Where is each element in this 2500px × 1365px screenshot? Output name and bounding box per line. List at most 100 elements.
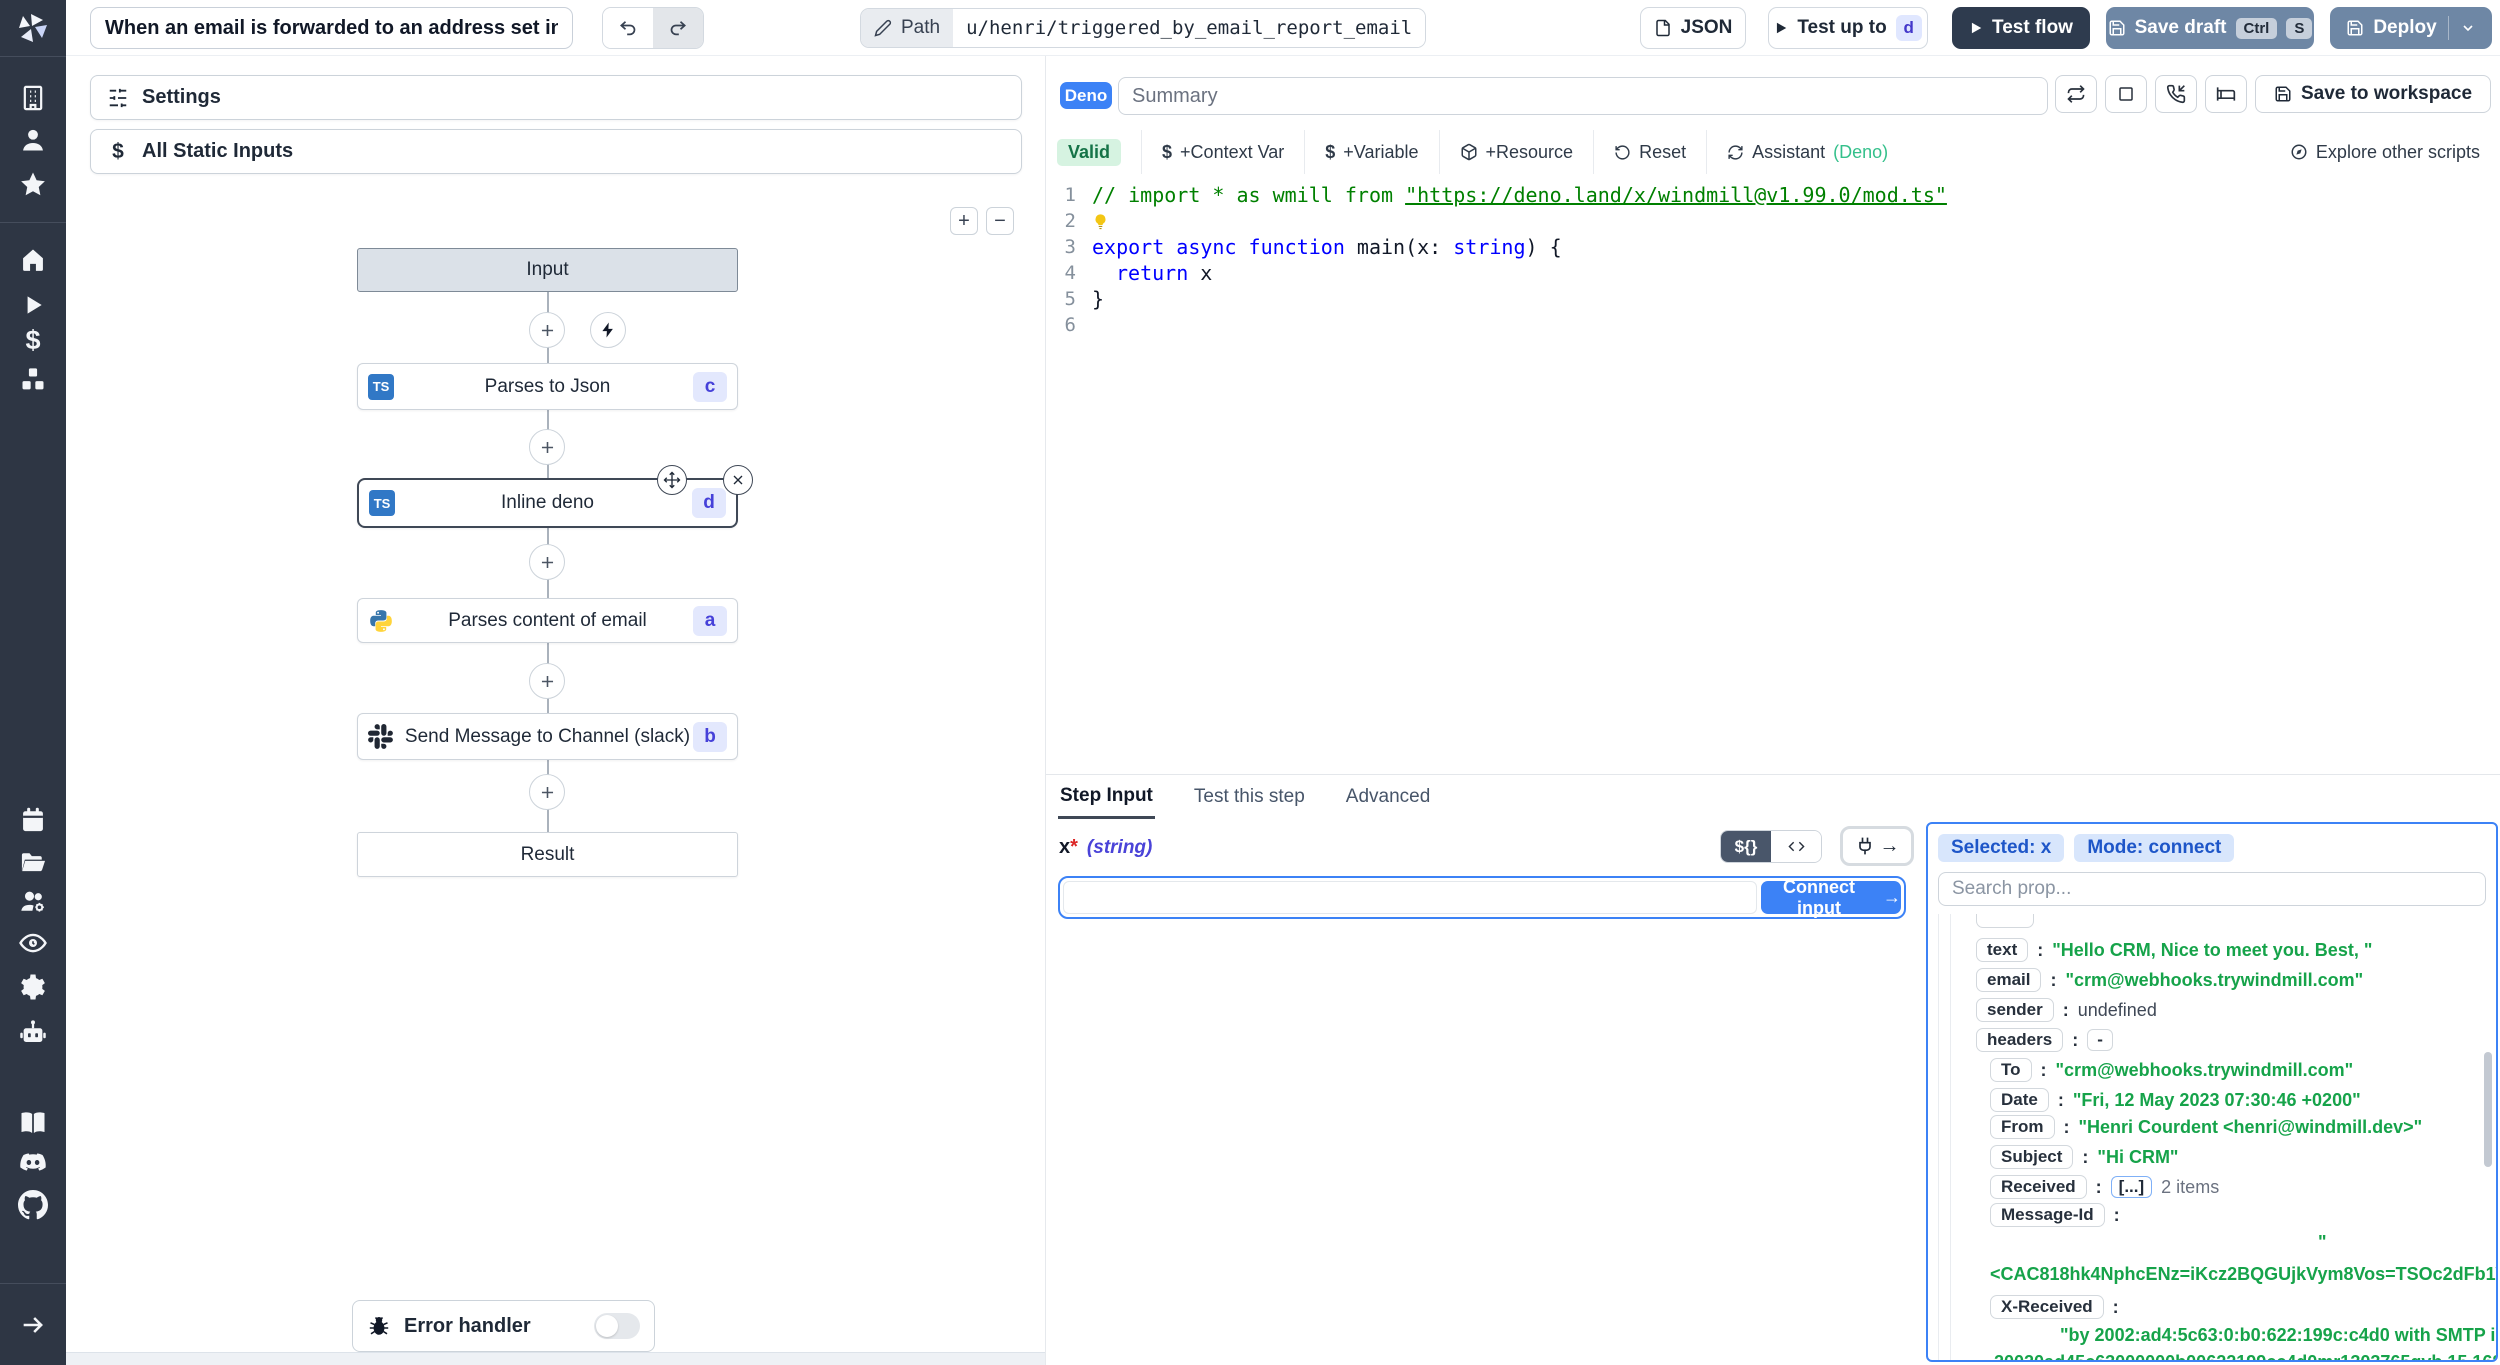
flow-node-result[interactable]: Result	[357, 832, 738, 877]
code-editor[interactable]: 1 // import * as wmill from "https://deno…	[1046, 182, 2486, 338]
prop-key-pill[interactable]: email	[1976, 968, 2042, 992]
folders-icon[interactable]	[16, 845, 50, 879]
prop-value[interactable]: "Henri Courdent <henri@windmill.dev>"	[2079, 1117, 2423, 1138]
add-context-var-button[interactable]: $ +Context Var	[1142, 142, 1284, 163]
user-icon[interactable]	[16, 123, 50, 157]
prop-key-pill[interactable]: X-Received	[1990, 1295, 2104, 1319]
prop-tree-scrollbar[interactable]	[2484, 1052, 2492, 1167]
path-field[interactable]: Path u/henri/triggered_by_email_report_e…	[860, 8, 1427, 48]
close-icon	[733, 475, 743, 485]
settings-gear-icon[interactable]	[16, 970, 50, 1004]
groups-users-gear-icon[interactable]	[16, 885, 50, 919]
deploy-button[interactable]: Deploy	[2330, 7, 2492, 49]
github-icon[interactable]	[16, 1188, 50, 1222]
argument-value-input[interactable]	[1063, 881, 1757, 914]
selected-badge: Selected: x	[1938, 834, 2065, 862]
save-to-workspace-button[interactable]: Save to workspace	[2255, 75, 2491, 113]
collapse-toggle[interactable]: -	[2087, 1029, 2113, 1051]
discord-icon[interactable]	[16, 1146, 50, 1180]
workspace-building-icon[interactable]	[16, 81, 50, 115]
code-mode-segment[interactable]	[1771, 831, 1821, 862]
add-step-button[interactable]	[529, 663, 565, 699]
workers-robot-icon[interactable]	[16, 1015, 50, 1049]
flow-node-input[interactable]: Input	[357, 248, 738, 292]
tab-step-input[interactable]: Step Input	[1058, 775, 1155, 819]
flow-title-input[interactable]	[90, 7, 573, 49]
redo-button[interactable]	[653, 8, 703, 48]
reset-button[interactable]: Reset	[1594, 142, 1686, 163]
prop-key-pill[interactable]: From	[1990, 1115, 2055, 1139]
runs-play-icon[interactable]	[16, 288, 50, 322]
flow-node-send-message[interactable]: Send Message to Channel (slack) b	[357, 713, 738, 760]
test-up-to-button[interactable]: Test up to d	[1768, 7, 1928, 49]
add-step-button[interactable]	[529, 312, 565, 348]
audit-eye-icon[interactable]	[16, 926, 50, 960]
prop-key-pill[interactable]: headers	[1976, 1028, 2064, 1052]
json-button[interactable]: JSON	[1640, 7, 1746, 49]
summary-input[interactable]	[1118, 77, 2048, 115]
search-prop-input[interactable]	[1938, 872, 2486, 906]
prop-value[interactable]: "crm@webhooks.trywindmill.com"	[2065, 970, 2363, 991]
prop-key-pill[interactable]: text	[1976, 938, 2029, 962]
connect-input-button[interactable]: Connect input →	[1761, 877, 1901, 918]
save-draft-button[interactable]: Save draft Ctrl S	[2106, 7, 2314, 49]
template-mode-segment[interactable]: ${}	[1721, 831, 1771, 862]
chevron-down-icon[interactable]	[2460, 20, 2476, 36]
error-handler-toggle[interactable]	[594, 1313, 640, 1339]
zoom-out-button[interactable]: −	[986, 207, 1014, 235]
flow-settings-button[interactable]: Settings	[90, 75, 1022, 120]
prop-value[interactable]: <CAC818hk4NphcENz=iKcz2BQGUjkVym8Vos=TSO…	[1990, 1264, 2496, 1285]
prop-value[interactable]: "Fri, 12 May 2023 07:30:46 +0200"	[2073, 1090, 2361, 1111]
prop-key-pill[interactable]: sender	[1976, 998, 2054, 1022]
docs-book-icon[interactable]	[16, 1105, 50, 1139]
prop-value[interactable]: "crm@webhooks.trywindmill.com"	[2056, 1060, 2354, 1081]
resources-cubes-icon[interactable]	[16, 363, 50, 397]
plus-icon	[541, 441, 553, 453]
add-step-button[interactable]	[529, 429, 565, 465]
prop-key-pill[interactable]: Message-Id	[1990, 1203, 2105, 1227]
move-node-button[interactable]	[657, 465, 687, 495]
assistant-button[interactable]: Assistant (Deno)	[1707, 142, 1888, 163]
webhook-button[interactable]	[2155, 75, 2197, 113]
tab-test-this-step[interactable]: Test this step	[1192, 775, 1307, 819]
add-variable-button[interactable]: $ +Variable	[1305, 142, 1418, 163]
prop-value[interactable]: "Hi CRM"	[2097, 1147, 2178, 1168]
prop-key-pill[interactable]: Received	[1990, 1175, 2087, 1199]
prop-value[interactable]: "by 2002:ad4:5c63:0:b0:622:199c:c4d0 wit…	[2060, 1325, 2496, 1346]
flow-node-parses-to-json[interactable]: TS Parses to Json c	[357, 363, 738, 410]
delete-node-button[interactable]	[723, 465, 753, 495]
input-mode-toggle[interactable]: ${}	[1720, 830, 1822, 863]
variables-dollar-icon[interactable]: $	[16, 323, 50, 357]
error-handler-box[interactable]: Error handler	[352, 1300, 655, 1352]
add-step-button[interactable]	[529, 544, 565, 580]
add-resource-button[interactable]: +Resource	[1440, 142, 1573, 163]
prop-value-undefined[interactable]: undefined	[2078, 1000, 2157, 1021]
expand-sidebar-arrow-icon[interactable]	[16, 1308, 50, 1342]
prop-key-pill[interactable]: Subject	[1990, 1145, 2074, 1169]
prop-value[interactable]: 20020ad45c63000000b00622199cc4d0mr130376…	[1994, 1352, 2496, 1361]
prop-key-pill[interactable]: To	[1990, 1058, 2032, 1082]
test-up-to-step-badge[interactable]: d	[1895, 15, 1922, 41]
collapsed-array-chip[interactable]: [...]	[2110, 1176, 2153, 1198]
add-trigger-button[interactable]	[590, 312, 626, 348]
zoom-in-button[interactable]: +	[950, 207, 978, 235]
connect-mode-button[interactable]: →	[1840, 826, 1914, 866]
fullscreen-button[interactable]	[2105, 75, 2147, 113]
sleep-button[interactable]	[2205, 75, 2247, 113]
prop-key-pill[interactable]: Date	[1990, 1088, 2049, 1112]
lightbulb-icon[interactable]	[1092, 213, 1109, 230]
favorites-star-icon[interactable]	[16, 168, 50, 202]
add-step-button[interactable]	[529, 774, 565, 810]
test-flow-button[interactable]: Test flow	[1952, 7, 2090, 49]
tab-advanced[interactable]: Advanced	[1344, 775, 1433, 819]
prop-key-pill[interactable]	[1976, 914, 2034, 928]
schedules-calendar-icon[interactable]	[16, 803, 50, 837]
all-static-inputs-button[interactable]: $ All Static Inputs	[90, 129, 1022, 174]
prop-value[interactable]: "Hello CRM, Nice to meet you. Best, "	[2052, 940, 2372, 961]
explore-other-scripts-button[interactable]: Explore other scripts	[2270, 142, 2500, 163]
undo-button[interactable]	[603, 8, 653, 48]
windmill-logo-icon[interactable]	[16, 11, 50, 45]
sync-button[interactable]	[2055, 75, 2097, 113]
flow-node-parses-content[interactable]: Parses content of email a	[357, 598, 738, 643]
home-icon[interactable]	[16, 243, 50, 277]
